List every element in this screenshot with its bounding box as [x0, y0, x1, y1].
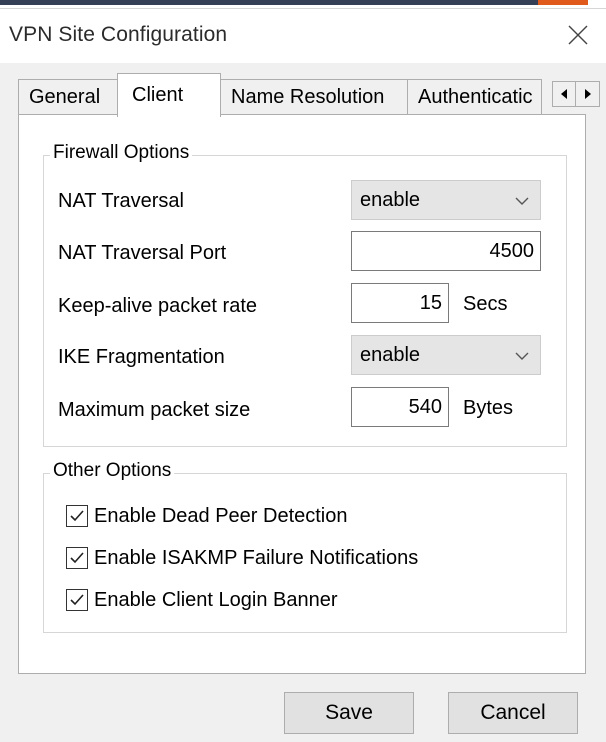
- tab-strip: General Client Name Resolution Authentic…: [18, 73, 600, 117]
- ike-fragmentation-dropdown[interactable]: enable: [351, 335, 541, 375]
- chevron-down-icon: [515, 352, 529, 360]
- isakmp-failure-notifications-label: Enable ISAKMP Failure Notifications: [94, 546, 419, 569]
- isakmp-failure-notifications-checkbox[interactable]: Enable ISAKMP Failure Notifications: [66, 543, 418, 573]
- checkmark-icon: [70, 510, 84, 522]
- other-options-title: Other Options: [50, 460, 175, 482]
- nat-traversal-value: enable: [360, 188, 421, 211]
- keepalive-label: Keep-alive packet rate: [58, 295, 258, 317]
- nat-traversal-port-label: NAT Traversal Port: [58, 242, 227, 264]
- checkbox-box: [66, 505, 88, 527]
- title-bar: VPN Site Configuration: [0, 9, 606, 63]
- tab-panel-client: Firewall Options NAT Traversal enable NA…: [18, 114, 586, 674]
- tab-scroll-left-button[interactable]: [552, 81, 576, 107]
- firewall-options-group: Firewall Options NAT Traversal enable NA…: [43, 142, 567, 447]
- save-button-label: Save: [325, 701, 373, 724]
- window-top-edge: [0, 0, 606, 9]
- client-login-banner-label: Enable Client Login Banner: [94, 588, 338, 611]
- tab-client-label: Client: [132, 84, 184, 106]
- background-window-strip: [0, 0, 588, 5]
- tab-name-resolution[interactable]: Name Resolution: [220, 79, 408, 115]
- tab-authentication-label: Authenticatic: [418, 86, 533, 108]
- nat-traversal-label: NAT Traversal: [58, 190, 184, 212]
- tab-client[interactable]: Client: [117, 73, 221, 117]
- background-accent-strip: [538, 0, 588, 5]
- ike-fragmentation-label: IKE Fragmentation: [58, 346, 225, 368]
- keepalive-unit: Secs: [463, 293, 508, 315]
- firewall-options-title: Firewall Options: [50, 142, 193, 164]
- cancel-button-label: Cancel: [480, 701, 546, 724]
- max-packet-size-label: Maximum packet size: [58, 399, 251, 421]
- nat-traversal-port-input[interactable]: [351, 231, 541, 271]
- arrow-left-icon: [561, 89, 567, 99]
- max-packet-size-input[interactable]: [351, 387, 449, 427]
- checkmark-icon: [70, 594, 84, 606]
- save-button[interactable]: Save: [284, 692, 414, 734]
- chevron-down-icon: [515, 197, 529, 205]
- nat-traversal-dropdown[interactable]: enable: [351, 180, 541, 220]
- ike-fragmentation-value: enable: [360, 343, 421, 366]
- client-login-banner-checkbox[interactable]: Enable Client Login Banner: [66, 585, 338, 615]
- dead-peer-detection-label: Enable Dead Peer Detection: [94, 504, 348, 527]
- close-button[interactable]: [564, 21, 592, 49]
- tab-scroll-right-button[interactable]: [576, 81, 600, 107]
- max-packet-size-unit: Bytes: [463, 397, 514, 419]
- checkbox-box: [66, 547, 88, 569]
- tab-scroll-buttons: [552, 81, 600, 107]
- cancel-button[interactable]: Cancel: [448, 692, 578, 734]
- other-options-group: Other Options Enable Dead Peer Detection…: [43, 460, 567, 633]
- window-title: VPN Site Configuration: [9, 23, 228, 46]
- tab-general-label: General: [29, 86, 101, 108]
- checkbox-box: [66, 589, 88, 611]
- tab-name-resolution-label: Name Resolution: [231, 86, 385, 108]
- tab-general[interactable]: General: [18, 79, 118, 115]
- dead-peer-detection-checkbox[interactable]: Enable Dead Peer Detection: [66, 501, 348, 531]
- close-icon: [568, 25, 588, 45]
- tab-authentication[interactable]: Authenticatic: [407, 79, 542, 115]
- checkmark-icon: [70, 552, 84, 564]
- keepalive-input[interactable]: [351, 283, 449, 323]
- arrow-right-icon: [584, 89, 591, 99]
